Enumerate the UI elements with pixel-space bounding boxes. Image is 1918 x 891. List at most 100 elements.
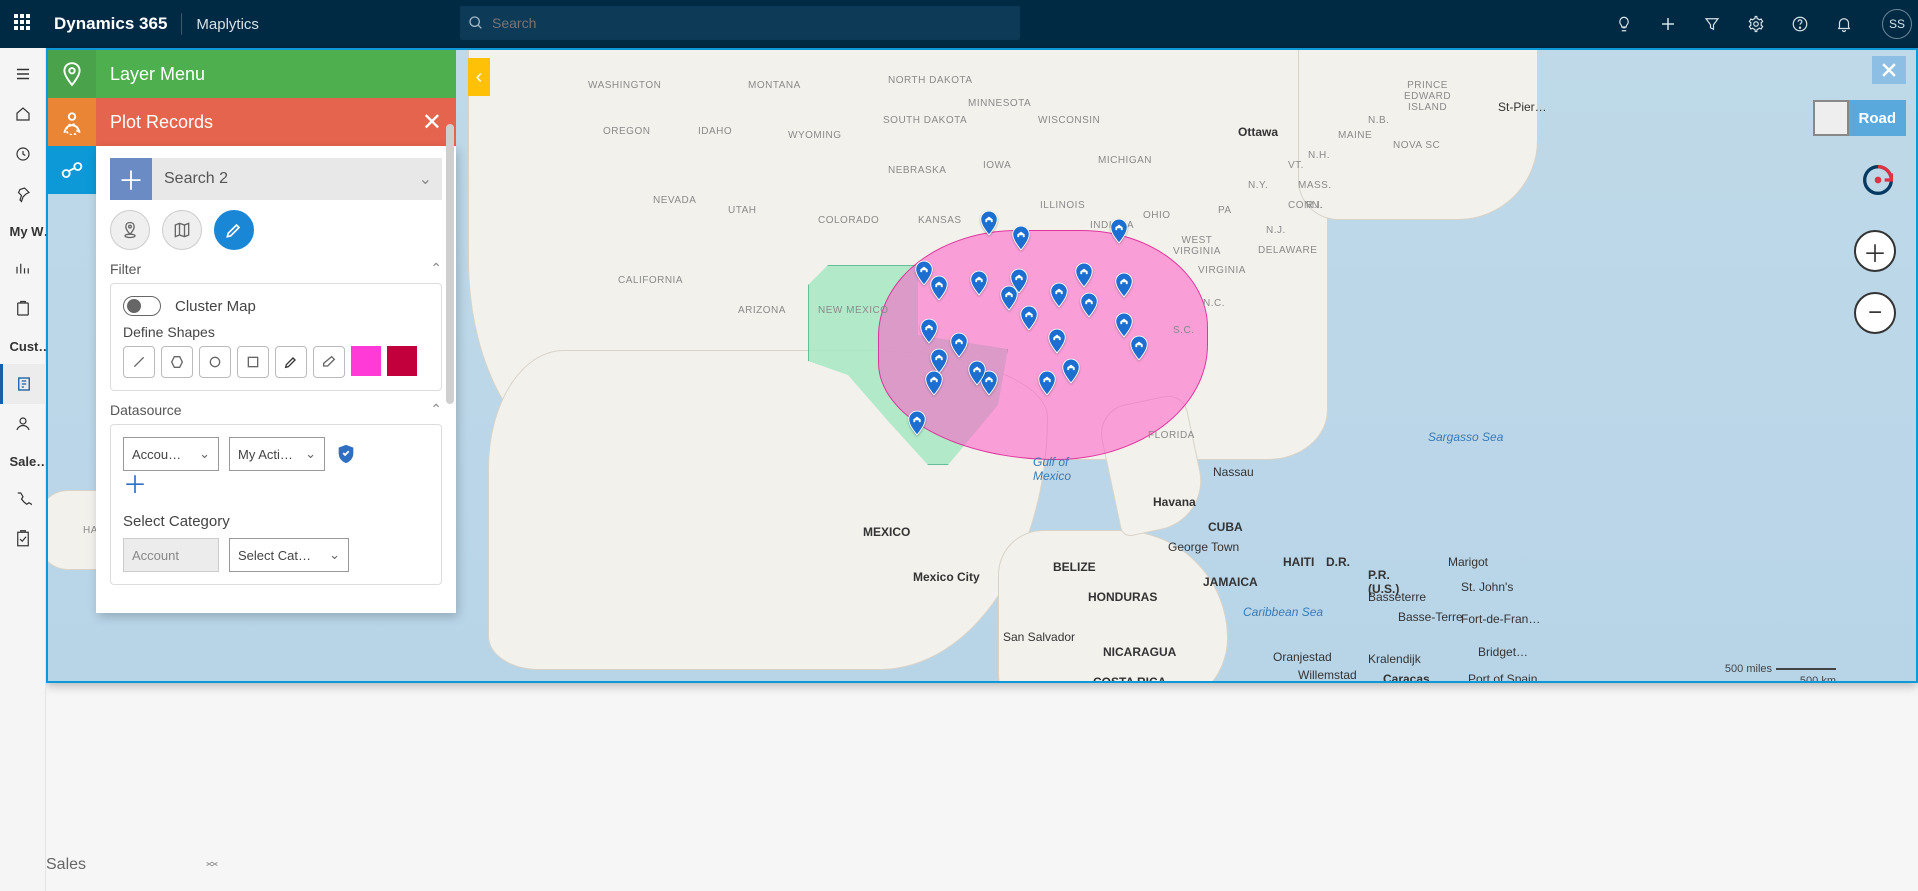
help-icon[interactable] <box>1788 12 1812 36</box>
map-city-label: MEXICO <box>863 525 910 539</box>
global-search[interactable] <box>460 6 1020 40</box>
by-location-button[interactable] <box>110 210 150 250</box>
map-state-label: VIRGINIA <box>1198 265 1246 276</box>
datasource-view-select[interactable]: My Acti… ⌄ <box>229 437 325 471</box>
map-pushpin[interactable] <box>1108 218 1130 244</box>
shape-circle[interactable] <box>199 346 231 378</box>
pin-icon[interactable] <box>0 174 46 214</box>
rail-item-dashboard[interactable] <box>0 249 46 289</box>
map-state-label: MASS. <box>1298 180 1332 191</box>
chevron-down-icon: ⌄ <box>305 446 316 462</box>
map-state-label: R.I. <box>1306 200 1324 211</box>
recent-icon[interactable] <box>0 134 46 174</box>
shape-erase[interactable] <box>313 346 345 378</box>
map-pushpin[interactable] <box>948 332 970 358</box>
map-state-label: N.J. <box>1266 225 1286 236</box>
map-pushpin[interactable] <box>968 270 990 296</box>
map-state-label: PA <box>1218 205 1232 216</box>
map-pushpin[interactable] <box>906 410 928 436</box>
map-city-label: HAITI <box>1283 555 1314 569</box>
section-datasource[interactable]: Datasource ⌃ <box>110 401 442 418</box>
map-pushpin[interactable] <box>918 318 940 344</box>
search-input[interactable] <box>490 14 1012 32</box>
map-pushpin[interactable] <box>1078 292 1100 318</box>
shape-polygon[interactable] <box>161 346 193 378</box>
bell-icon[interactable] <box>1832 12 1856 36</box>
by-region-button[interactable] <box>162 210 202 250</box>
category-select[interactable]: Select Cat… ⌄ <box>229 538 349 572</box>
hamburger-icon[interactable] <box>0 54 46 94</box>
map-state-label: NORTH DAKOTA <box>888 75 973 86</box>
map-pushpin[interactable] <box>1018 305 1040 331</box>
zoom-in-button[interactable]: ＋ <box>1854 230 1896 272</box>
map-pushpin[interactable] <box>923 370 945 396</box>
map-state-label: N.B. <box>1368 115 1389 126</box>
map-pushpin[interactable] <box>928 275 950 301</box>
shape-rect[interactable] <box>237 346 269 378</box>
tab-directions[interactable] <box>48 146 96 194</box>
map-pushpin[interactable] <box>1048 282 1070 308</box>
map-state-label: NOVA SC <box>1393 140 1440 151</box>
rail-item-contacts[interactable] <box>0 404 46 444</box>
avatar[interactable]: SS <box>1882 9 1912 39</box>
rail-item-opps[interactable] <box>0 519 46 559</box>
refresh-map-button[interactable] <box>1858 160 1898 200</box>
rail-item-leads[interactable] <box>0 479 46 519</box>
shape-fill-color[interactable] <box>351 346 381 376</box>
map-pushpin[interactable] <box>1010 225 1032 251</box>
cluster-toggle[interactable] <box>123 296 161 316</box>
search-select[interactable]: Search 2 ⌄ <box>152 158 442 200</box>
shape-freehand[interactable] <box>275 346 307 378</box>
close-icon[interactable]: ✕ <box>422 108 442 137</box>
rail-group-cust: Cust… <box>0 329 46 364</box>
add-datasource-button[interactable]: ＋ <box>123 477 145 499</box>
collapse-panel-button[interactable]: ‹ <box>468 58 490 96</box>
shield-icon[interactable] <box>335 443 357 465</box>
add-search-button[interactable]: ＋ <box>110 158 152 200</box>
map-state-label: MONTANA <box>748 80 801 91</box>
datasource-card: Accou… ⌄ My Acti… ⌄ ＋ Select Category <box>110 424 442 585</box>
map-city-label: Ottawa <box>1238 125 1278 139</box>
search-select-label: Search 2 <box>164 170 228 188</box>
map-close-button[interactable] <box>1872 56 1906 84</box>
by-drawing-button[interactable] <box>214 210 254 250</box>
map-pushpin[interactable] <box>1128 335 1150 361</box>
map-pushpin[interactable] <box>1060 358 1082 384</box>
map-pushpin[interactable] <box>978 210 1000 236</box>
zoom-out-button[interactable]: − <box>1854 292 1896 334</box>
app-launcher-icon[interactable] <box>14 14 34 34</box>
map-pushpin[interactable] <box>1036 370 1058 396</box>
section-filter[interactable]: Filter ⌃ <box>110 260 442 277</box>
map-mode-switch[interactable]: Road <box>1813 100 1907 136</box>
map-state-label: MICHIGAN <box>1098 155 1152 166</box>
filter-icon[interactable] <box>1700 12 1724 36</box>
map-overlay: WASHINGTONMONTANANORTH DAKOTAMINNESOTASO… <box>46 48 1918 683</box>
cluster-toggle-label: Cluster Map <box>175 298 256 315</box>
scrollbar-thumb[interactable] <box>446 146 454 404</box>
rail-item-accounts[interactable] <box>0 364 46 404</box>
map-state-label: PRINCEEDWARDISLAND <box>1404 80 1451 113</box>
map-state-label: WASHINGTON <box>588 80 661 91</box>
map-state-label: VT. <box>1288 160 1304 171</box>
layer-panel: Layer Menu Plot Records ✕ ＋ Search 2 ⌄ <box>48 50 468 681</box>
map-state-label: ARIZONA <box>738 305 786 316</box>
shape-line[interactable] <box>123 346 155 378</box>
map-mode-label: Road <box>1849 100 1907 136</box>
gear-icon[interactable] <box>1744 12 1768 36</box>
rail-item-activities[interactable] <box>0 289 46 329</box>
map-pushpin[interactable] <box>998 285 1020 311</box>
map-pushpin[interactable] <box>966 360 988 386</box>
tab-layer-menu[interactable] <box>48 50 96 98</box>
map-pushpin[interactable] <box>1113 272 1135 298</box>
shape-border-color[interactable] <box>387 346 417 376</box>
home-icon[interactable] <box>0 94 46 134</box>
plus-icon[interactable] <box>1656 12 1680 36</box>
map-city-label: Caracas <box>1383 672 1430 683</box>
tab-plot-records[interactable] <box>48 98 96 146</box>
datasource-entity-select[interactable]: Accou… ⌄ <box>123 437 219 471</box>
lightbulb-icon[interactable] <box>1612 12 1636 36</box>
map-pushpin[interactable] <box>1073 262 1095 288</box>
map-city-label: St-Pier… <box>1498 100 1547 114</box>
map-pushpin[interactable] <box>1046 328 1068 354</box>
app-name-label[interactable]: Maplytics <box>196 16 259 33</box>
